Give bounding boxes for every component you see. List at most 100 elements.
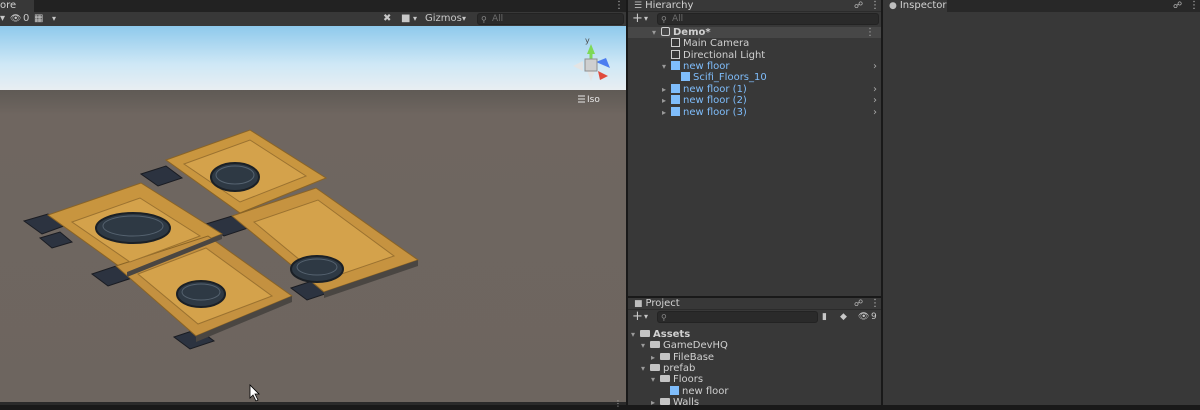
- unity-scene-icon: [661, 27, 670, 36]
- tools-icon[interactable]: ✖: [383, 12, 391, 26]
- inspector-tab[interactable]: ● Inspector: [883, 0, 947, 12]
- search-icon: ⚲: [661, 15, 667, 24]
- hierarchy-item-label: Directional Light: [683, 50, 766, 61]
- hidden-count: 0: [23, 13, 30, 24]
- expand-arrow-icon[interactable]: ▾: [628, 27, 661, 38]
- hierarchy-item-main-camera[interactable]: Main Camera: [628, 38, 881, 49]
- prefab-cube-icon: [670, 386, 679, 395]
- camera-dropdown-icon[interactable]: ▾: [413, 12, 417, 26]
- scene-visibility-icon[interactable]: 👁: [10, 12, 21, 26]
- hierarchy-item-label: new floor (2): [683, 95, 747, 106]
- expand-arrow-icon[interactable]: ▾: [641, 363, 650, 374]
- hierarchy-menu-icon[interactable]: ⋮: [870, 0, 880, 12]
- project-folder-prefab[interactable]: ▾ prefab: [628, 363, 695, 374]
- gizmos-dropdown-icon[interactable]: ▾: [462, 12, 466, 26]
- folder-icon: [660, 398, 670, 405]
- project-item-label: prefab: [663, 363, 696, 374]
- expand-arrow-icon[interactable]: ▾: [631, 329, 640, 340]
- chevron-right-icon[interactable]: ›: [873, 107, 877, 118]
- prefab-cube-icon: [671, 61, 680, 70]
- hierarchy-search-placeholder: All: [672, 14, 684, 24]
- scene-tab-label: ore: [0, 0, 17, 11]
- project-folder-walls[interactable]: ▸ Walls: [628, 397, 699, 405]
- project-tab-label: Project: [645, 298, 680, 309]
- project-item-label: FileBase: [673, 352, 715, 363]
- project-lock-icon[interactable]: ☍: [854, 298, 863, 310]
- folder-icon: [660, 353, 670, 360]
- cube-outline-icon: [671, 38, 680, 47]
- chevron-right-icon[interactable]: ›: [873, 95, 877, 106]
- inspector-lock-icon[interactable]: ☍: [1173, 0, 1182, 12]
- project-hidden-count: 9: [871, 312, 877, 322]
- folder-open-icon: [640, 330, 650, 337]
- folder-open-icon: [660, 375, 670, 382]
- scene-menu-icon[interactable]: ⋮: [865, 27, 875, 38]
- project-folder-gamedevhq[interactable]: ▾ GameDevHQ: [628, 340, 728, 351]
- scene-menu-icon[interactable]: ⋮: [614, 0, 624, 12]
- prefab-cube-icon: [671, 84, 680, 93]
- collapse-arrow-icon[interactable]: ▸: [662, 95, 671, 106]
- scene-tab[interactable]: ore: [0, 0, 34, 12]
- grid-dropdown-icon[interactable]: ▾: [52, 12, 56, 26]
- scene-name: Demo*: [673, 27, 711, 38]
- chevron-right-icon[interactable]: ›: [873, 61, 877, 72]
- hidden-packages-icon[interactable]: 👁: [858, 310, 869, 324]
- expand-arrow-icon[interactable]: ▾: [641, 340, 650, 351]
- hierarchy-item-label: new floor: [683, 61, 730, 72]
- camera-icon[interactable]: ■: [401, 12, 410, 26]
- scene-header-row[interactable]: ▾ Demo* ⋮: [628, 27, 881, 38]
- project-item-label: Floors: [673, 374, 704, 385]
- gizmos-button[interactable]: Gizmos: [425, 12, 462, 26]
- project-item-label: Walls: [673, 397, 700, 405]
- hierarchy-item-new-floor-3[interactable]: ▸ new floor (3) ›: [628, 107, 881, 118]
- folder-open-icon: [650, 364, 660, 371]
- inspector-menu-icon[interactable]: ⋮: [1189, 0, 1199, 12]
- inspector-tab-strip: [947, 0, 1200, 12]
- info-icon: ●: [889, 1, 897, 11]
- collapse-arrow-icon[interactable]: ▸: [662, 84, 671, 95]
- project-add-button[interactable]: +: [632, 310, 643, 323]
- grid-toggle-icon[interactable]: ▦: [34, 12, 43, 26]
- project-add-dropdown-icon[interactable]: ▾: [644, 310, 648, 324]
- project-menu-icon[interactable]: ⋮: [870, 298, 880, 310]
- hierarchy-item-scifi-floors[interactable]: Scifi_Floors_10: [628, 72, 881, 83]
- search-by-label-icon[interactable]: ◆: [840, 310, 847, 324]
- hierarchy-item-new-floor-2[interactable]: ▸ new floor (2) ›: [628, 95, 881, 106]
- hierarchy-item-directional-light[interactable]: Directional Light: [628, 50, 881, 61]
- hierarchy-add-dropdown-icon[interactable]: ▾: [644, 12, 648, 26]
- search-by-type-icon[interactable]: ▮: [822, 310, 827, 324]
- collapse-arrow-icon[interactable]: ▸: [651, 352, 660, 363]
- expand-arrow-icon[interactable]: ▾: [662, 61, 671, 72]
- hierarchy-search-input[interactable]: ⚲ All: [657, 13, 879, 25]
- project-folder-filebase[interactable]: ▸ FileBase: [628, 352, 714, 363]
- scene-panel: ore ⋮ ▾ 👁 0 ▦ ▾ ✖ ■ ▾ Gizmos ▾ ⚲ All y I…: [0, 0, 626, 408]
- hierarchy-add-button[interactable]: +: [632, 12, 643, 25]
- project-folder-assets[interactable]: ▾ Assets: [628, 329, 690, 340]
- collapse-arrow-icon[interactable]: ▸: [662, 107, 671, 118]
- project-folder-floors[interactable]: ▾ Floors: [628, 374, 703, 385]
- scene-search-input[interactable]: ⚲ All: [477, 13, 624, 25]
- search-icon: ⚲: [661, 313, 667, 322]
- scene-search-placeholder: All: [492, 14, 504, 24]
- hierarchy-item-new-floor-1[interactable]: ▸ new floor (1) ›: [628, 84, 881, 95]
- projection-label[interactable]: Iso: [587, 95, 600, 105]
- hierarchy-list-icon: ☰: [634, 1, 643, 11]
- draw-mode-dropdown-icon[interactable]: ▾: [0, 12, 5, 26]
- expand-arrow-icon[interactable]: ▾: [651, 374, 660, 385]
- hierarchy-item-new-floor[interactable]: ▾ new floor ›: [628, 61, 881, 72]
- project-item-new-floor[interactable]: new floor: [628, 386, 729, 397]
- project-tab[interactable]: ■ Project: [628, 298, 881, 310]
- project-item-label: new floor: [682, 386, 729, 397]
- hierarchy-tab[interactable]: ☰ Hierarchy: [628, 0, 881, 12]
- prefab-cube-icon: [681, 72, 690, 81]
- hierarchy-item-label: Scifi_Floors_10: [693, 72, 767, 83]
- hierarchy-lock-icon[interactable]: ☍: [854, 0, 863, 12]
- folder-open-icon: [650, 341, 660, 348]
- project-item-label: Assets: [653, 329, 691, 340]
- hierarchy-tab-label: Hierarchy: [645, 0, 694, 11]
- project-search-input[interactable]: ⚲: [657, 311, 818, 323]
- scene-bottom-menu-icon[interactable]: ⋮: [614, 398, 622, 410]
- scene-viewport[interactable]: y Iso: [0, 26, 626, 402]
- collapse-arrow-icon[interactable]: ▸: [651, 397, 660, 405]
- chevron-right-icon[interactable]: ›: [873, 84, 877, 95]
